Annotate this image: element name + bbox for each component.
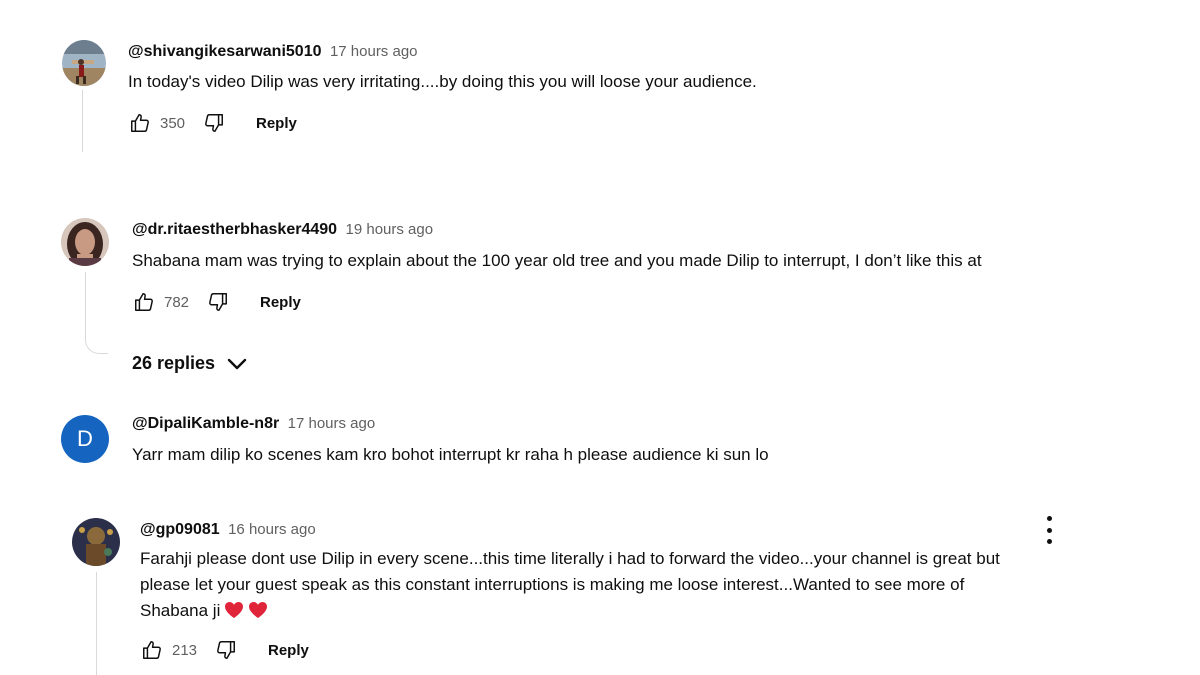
comment-actions: 213 Reply [140, 638, 309, 662]
comment-text: Yarr mam dilip ko scenes kam kro bohot i… [132, 445, 769, 464]
thumbs-down-icon [205, 114, 223, 132]
dislike-button[interactable] [206, 290, 230, 314]
chevron-down-icon [227, 358, 247, 369]
thread-line [82, 90, 83, 152]
comment-text-line: Shabana ji [140, 598, 1090, 627]
comment-header: @gp09081 16 hours ago [140, 520, 316, 540]
avatar[interactable] [61, 218, 109, 266]
thumbs-down-icon [209, 293, 227, 311]
like-button[interactable] [140, 638, 164, 662]
avatar-letter: D [77, 426, 93, 451]
comment-text: Shabana mam was trying to explain about … [132, 251, 982, 270]
view-replies-button[interactable]: 26 replies [132, 353, 247, 374]
profile-photo-icon [62, 40, 106, 86]
timestamp[interactable]: 19 hours ago [346, 221, 434, 238]
thread-line-curve [85, 331, 108, 354]
comment-text-line-content: Shabana ji [140, 601, 221, 620]
timestamp[interactable]: 16 hours ago [228, 521, 316, 538]
comment-header: @DipaliKamble-n8r 17 hours ago [132, 414, 375, 434]
dislike-button[interactable] [202, 111, 226, 135]
author-handle[interactable]: @DipaliKamble-n8r [132, 415, 279, 432]
replies-count-label: 26 replies [132, 353, 216, 373]
author-handle[interactable]: @dr.ritaestherbhasker4490 [132, 221, 337, 238]
comment-header: @shivangikesarwani5010 17 hours ago [128, 42, 418, 62]
avatar[interactable] [72, 518, 120, 566]
red-heart-icon [248, 601, 268, 627]
comment-text: In today's video Dilip was very irritati… [128, 72, 757, 91]
reply-button[interactable]: Reply [268, 642, 309, 659]
more-actions-icon[interactable] [1037, 516, 1061, 544]
thumbs-up-icon [131, 114, 149, 132]
thumbs-up-icon [135, 293, 153, 311]
author-handle[interactable]: @gp09081 [140, 521, 220, 538]
comment-header: @dr.ritaestherbhasker4490 19 hours ago [132, 220, 433, 240]
comment-actions: 782 Reply [132, 290, 301, 314]
thumbs-up-icon [143, 641, 161, 659]
thread-line [96, 572, 97, 675]
reply-button[interactable]: Reply [256, 115, 297, 132]
author-handle[interactable]: @shivangikesarwani5010 [128, 43, 321, 60]
profile-photo-icon [72, 518, 120, 566]
timestamp[interactable]: 17 hours ago [330, 43, 418, 60]
like-count: 213 [172, 641, 198, 659]
comment-text-line: please let your guest speak as this cons… [140, 575, 965, 594]
comment-actions: 350 Reply [128, 111, 297, 135]
avatar[interactable]: D [61, 415, 109, 463]
like-count: 782 [164, 293, 190, 311]
timestamp[interactable]: 17 hours ago [288, 415, 376, 432]
avatar[interactable] [62, 40, 106, 86]
thread-line [85, 272, 86, 332]
thumbs-down-icon [217, 641, 235, 659]
like-count: 350 [160, 114, 186, 132]
profile-photo-icon [61, 218, 109, 266]
like-button[interactable] [128, 111, 152, 135]
reply-button[interactable]: Reply [260, 294, 301, 311]
comment-text-line: Farahji please dont use Dilip in every s… [140, 549, 1000, 568]
dislike-button[interactable] [214, 638, 238, 662]
red-heart-icon [224, 601, 244, 627]
comment-text: Farahji please dont use Dilip in every s… [140, 546, 1090, 627]
like-button[interactable] [132, 290, 156, 314]
